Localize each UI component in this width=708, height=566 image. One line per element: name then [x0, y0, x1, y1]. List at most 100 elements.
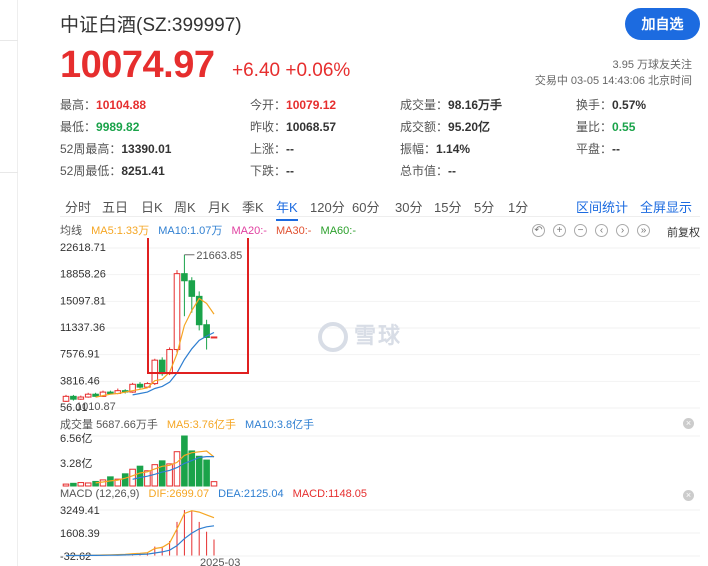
zoom-out-icon[interactable]: − [574, 224, 587, 237]
candle-body [84, 393, 92, 398]
volume-axis-label: 6.56亿 [60, 432, 92, 445]
price-axis-label: 7576.91 [60, 349, 100, 361]
candle-body [62, 395, 70, 402]
stat-key: 最低： [60, 120, 97, 134]
stat-value: -- [286, 164, 295, 178]
ma10-label: MA10:1.07万 [158, 225, 223, 237]
stat-value: -- [448, 164, 457, 178]
stat-item: 52周最低：8251.41 [60, 162, 165, 179]
candle-body [92, 393, 99, 397]
tab-period[interactable]: 分时 [65, 197, 91, 216]
tab-period[interactable]: 30分 [395, 197, 422, 216]
x-axis-tick-label: 2025-03 [200, 557, 240, 566]
volume-bar [144, 470, 151, 487]
stat-item: 成交量：98.16万手 [400, 96, 502, 113]
followers-count: 3.95 万球友关注 [612, 59, 692, 71]
stat-value: 9989.82 [96, 120, 140, 134]
volume-bar [121, 473, 129, 487]
volume-bar [181, 435, 188, 487]
price-axis-label: 11337.36 [60, 322, 105, 334]
tab-period[interactable]: 1分 [508, 197, 528, 216]
candle-body [136, 383, 144, 388]
volume-bar [84, 482, 92, 487]
stat-item: 换手：0.57% [576, 96, 646, 113]
stat-value: -- [286, 142, 295, 156]
ma20-label: MA20:- [231, 225, 267, 237]
stat-value: 95.20亿 [448, 120, 491, 134]
stat-key: 总市值： [400, 164, 449, 178]
candle-body [210, 336, 218, 339]
candle-body [166, 349, 173, 375]
tab-period[interactable]: 60分 [352, 197, 379, 216]
price-axis-label: 3816.46 [60, 375, 100, 387]
candle-body [181, 273, 188, 282]
scroll-left-icon[interactable]: ‹ [595, 224, 608, 237]
tab-period[interactable]: 五日 [102, 197, 128, 216]
price-axis-label: 22618.71 [60, 242, 106, 254]
stat-value: 13390.01 [121, 142, 172, 156]
tab-period[interactable]: 5分 [474, 197, 494, 216]
current-price: 10074.97 [60, 44, 215, 86]
stat-item: 昨收：10068.57 [250, 118, 336, 135]
tab-period[interactable]: 季K [242, 197, 264, 216]
stat-key: 52周最低： [60, 164, 122, 178]
price-axis-label: 18858.26 [60, 269, 106, 281]
candle-body [107, 391, 114, 395]
stat-value: 8251.41 [121, 164, 165, 178]
tab-period[interactable]: 15分 [434, 197, 461, 216]
stat-value: 1.14% [436, 142, 471, 156]
volume-bar [158, 460, 166, 487]
stat-key: 成交量： [400, 98, 449, 112]
volume-bar [136, 465, 144, 487]
stat-key: 最高： [60, 98, 97, 112]
left-panel-edge [0, 0, 18, 566]
undo-icon[interactable]: ↶ [532, 224, 545, 237]
volume-bar [166, 463, 173, 487]
stat-value: 0.57% [612, 98, 647, 112]
watermark-text: 雪球 [354, 323, 403, 348]
macd-axis-label: -32.62 [60, 551, 91, 563]
watermark: 雪球 [318, 318, 403, 353]
stat-item: 成交额：95.20亿 [400, 118, 490, 135]
ma60-label: MA60:- [320, 225, 357, 237]
macd-axis-label: 1608.39 [60, 528, 100, 540]
tab-period[interactable]: 日K [141, 197, 163, 216]
volume-bar [70, 482, 77, 487]
ma-avg-label: 均线 [60, 225, 82, 237]
tab-period[interactable]: 月K [208, 197, 230, 216]
volume-bar [210, 481, 218, 487]
fullscreen-button[interactable]: 全屏显示 [640, 197, 692, 216]
volume-bar [195, 455, 203, 487]
kline-chart[interactable]: 22618.71 18858.26 15097.81 11337.36 7576.91 3… [60, 238, 700, 566]
period-tabs: 区间统计 全屏显示 分时 五日 日K 周K 月K 季K 年K 120分 60分 30分 15分 5分 1… [60, 193, 700, 221]
volume-bar [188, 450, 196, 487]
ma5-label: MA5:1.33万 [91, 225, 150, 237]
stat-key: 52周最高： [60, 142, 122, 156]
stat-value: 10104.88 [96, 98, 147, 112]
tab-period[interactable]: 周K [174, 197, 196, 216]
scroll-end-icon[interactable]: » [637, 224, 650, 237]
candle-body [77, 396, 85, 400]
stat-key: 振幅： [400, 142, 437, 156]
stat-key: 下跌： [250, 164, 287, 178]
quote-header: 中证白酒(SZ:399997) 加自选 10074.97 +6.40 +0.06… [60, 8, 700, 188]
tab-period[interactable]: 120分 [310, 197, 345, 216]
stat-value: 10068.57 [286, 120, 337, 134]
add-watchlist-button[interactable]: 加自选 [625, 8, 700, 40]
stat-item: 最高：10104.88 [60, 96, 146, 113]
stat-key: 成交额： [400, 120, 449, 134]
stat-item: 平盘：-- [576, 140, 620, 157]
tab-period[interactable]: 年K [276, 197, 298, 221]
volume-bar [77, 482, 85, 487]
volume-bar [62, 483, 70, 487]
stat-item: 总市值：-- [400, 162, 456, 179]
range-stats-button[interactable]: 区间统计 [576, 197, 628, 216]
ma30-label: MA30:- [276, 225, 312, 237]
stat-key: 今开： [250, 98, 287, 112]
zoom-in-icon[interactable]: + [553, 224, 566, 237]
candle-body [188, 280, 196, 297]
scroll-right-icon[interactable]: › [616, 224, 629, 237]
volume-axis-label: 3.28亿 [60, 457, 92, 470]
volume-bar [99, 479, 107, 487]
candle-body [173, 273, 181, 351]
